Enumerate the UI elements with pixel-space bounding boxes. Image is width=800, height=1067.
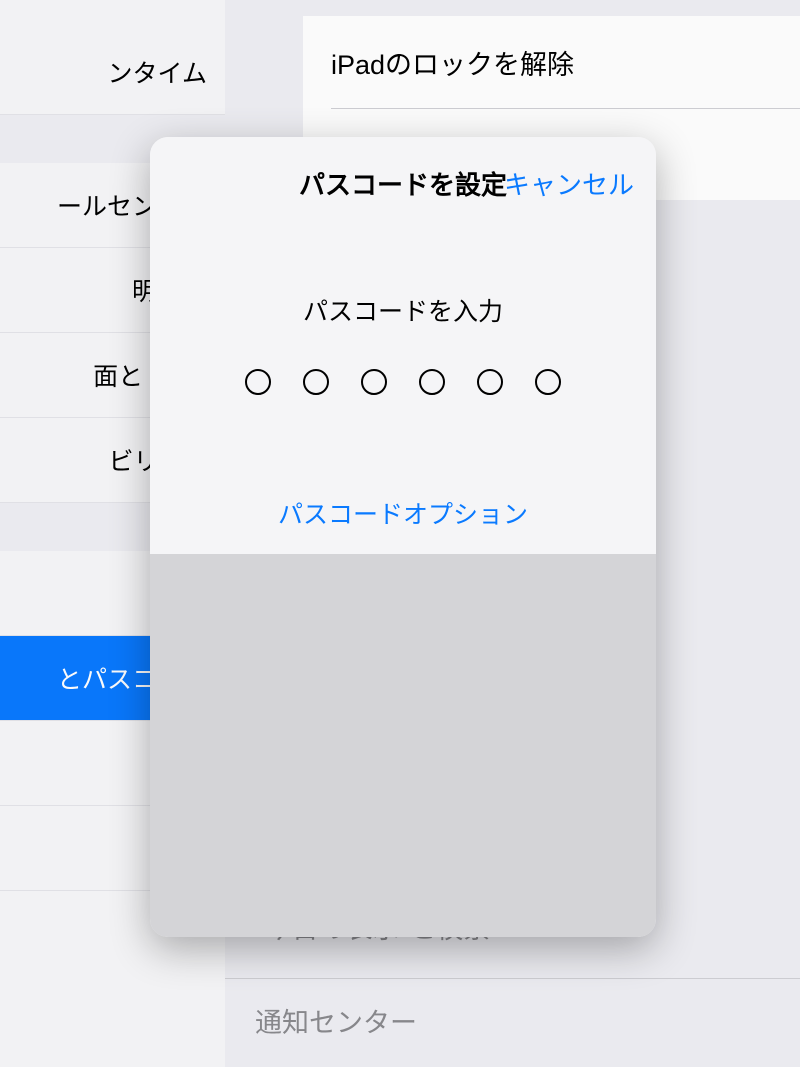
passcode-dots — [150, 369, 656, 395]
passcode-dot — [477, 369, 503, 395]
passcode-modal-title: パスコードを設定 — [299, 165, 507, 202]
passcode-modal: パスコードを設定 キャンセル パスコードを入力 パスコードオプション — [150, 137, 656, 937]
cancel-button[interactable]: キャンセル — [504, 165, 634, 202]
passcode-modal-top: パスコードを設定 キャンセル パスコードを入力 パスコードオプション — [150, 137, 656, 554]
passcode-dot — [535, 369, 561, 395]
passcode-dot — [245, 369, 271, 395]
passcode-keypad-area[interactable] — [150, 554, 656, 937]
passcode-dot — [303, 369, 329, 395]
passcode-dot — [361, 369, 387, 395]
passcode-dot — [419, 369, 445, 395]
passcode-options-button[interactable]: パスコードオプション — [150, 495, 656, 531]
passcode-prompt: パスコードを入力 — [150, 292, 656, 328]
